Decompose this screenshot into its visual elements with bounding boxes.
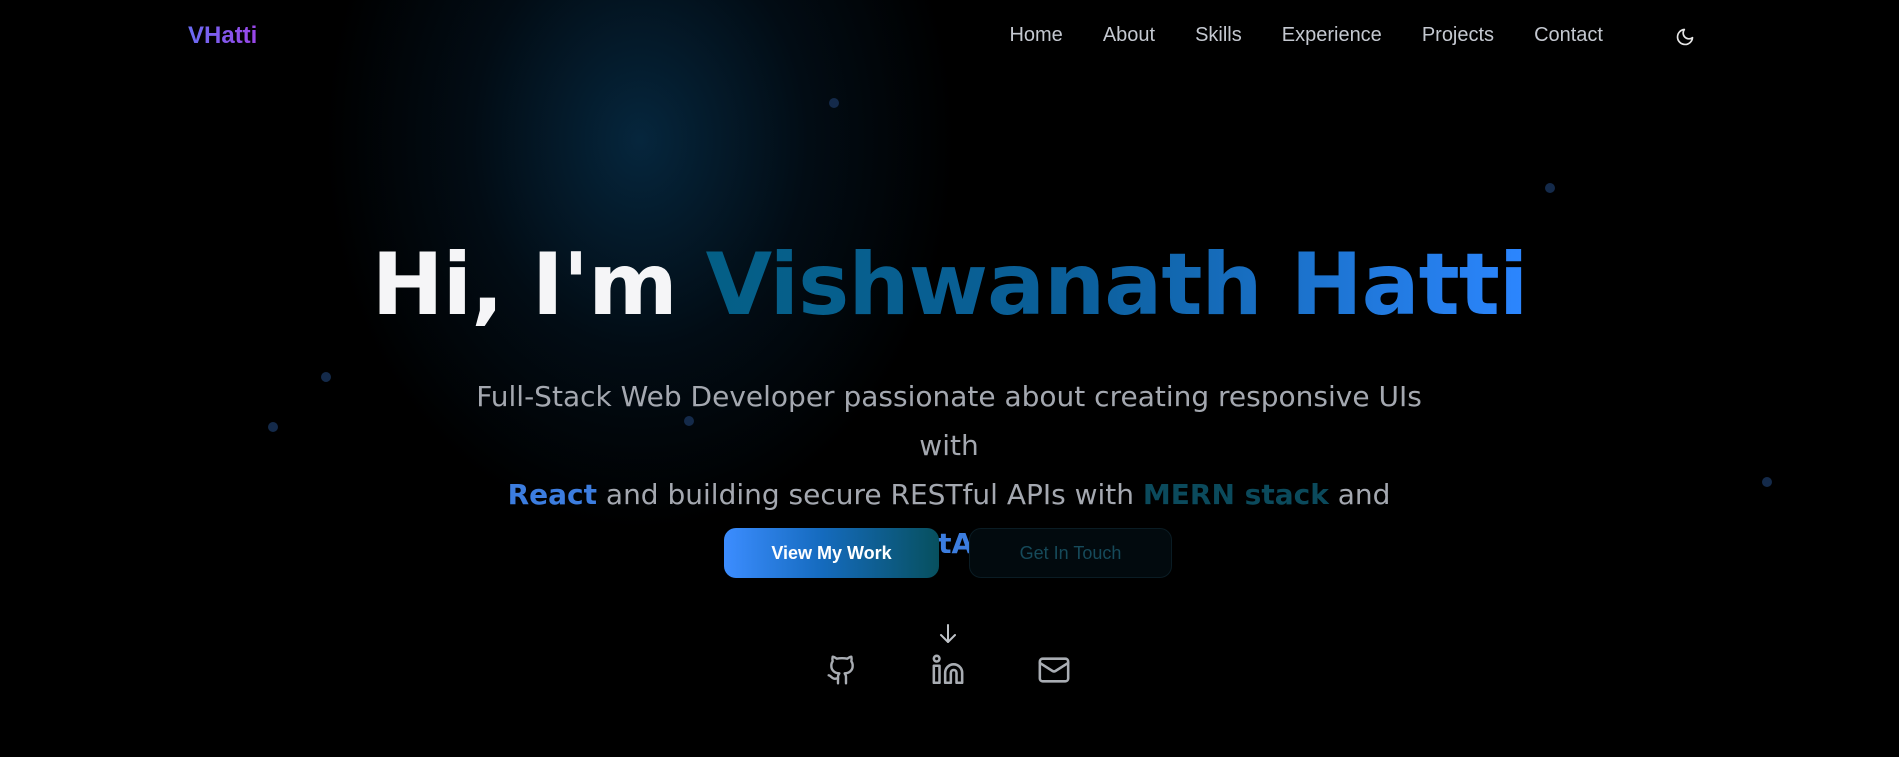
site-logo[interactable]: VHatti	[188, 22, 257, 50]
mail-icon	[1037, 653, 1071, 687]
tagline-highlight-react: React	[507, 478, 597, 511]
nav-link-projects[interactable]: Projects	[1422, 24, 1494, 47]
linkedin-icon	[931, 653, 965, 687]
main-nav: Home About Skills Experience Projects Co…	[1009, 24, 1603, 47]
tagline-text: and building secure RESTful APIs with	[605, 478, 1135, 511]
hero-heading: Hi, I'm Vishwanath Hatti	[0, 238, 1899, 333]
github-icon	[826, 654, 858, 686]
nav-link-home[interactable]: Home	[1009, 24, 1062, 47]
linkedin-link[interactable]	[930, 652, 966, 688]
github-link[interactable]	[824, 652, 860, 688]
moon-icon	[1675, 27, 1695, 47]
tagline-text: and	[1337, 478, 1391, 511]
hero-tagline: Full-Stack Web Developer passionate abou…	[449, 372, 1449, 568]
view-my-work-button[interactable]: View My Work	[724, 528, 939, 578]
tagline-text: Full-Stack Web Developer passionate abou…	[476, 380, 1422, 462]
nav-link-skills[interactable]: Skills	[1195, 24, 1242, 47]
theme-toggle-button[interactable]	[1672, 24, 1698, 50]
site-header: VHatti Home About Skills Experience Proj…	[0, 0, 1899, 76]
nav-link-experience[interactable]: Experience	[1282, 24, 1382, 47]
arrow-down-icon	[936, 622, 960, 646]
email-link[interactable]	[1036, 652, 1072, 688]
scroll-down-button[interactable]	[936, 622, 960, 646]
hero-section: Hi, I'm Vishwanath Hatti Full-Stack Web …	[0, 0, 1899, 757]
get-in-touch-button[interactable]: Get In Touch	[969, 528, 1172, 578]
hero-greeting: Hi, I'm	[371, 235, 678, 335]
nav-link-about[interactable]: About	[1103, 24, 1155, 47]
tagline-highlight-mern: MERN stack	[1142, 478, 1329, 511]
hero-name: Vishwanath Hatti	[705, 235, 1529, 335]
nav-link-contact[interactable]: Contact	[1534, 24, 1603, 47]
